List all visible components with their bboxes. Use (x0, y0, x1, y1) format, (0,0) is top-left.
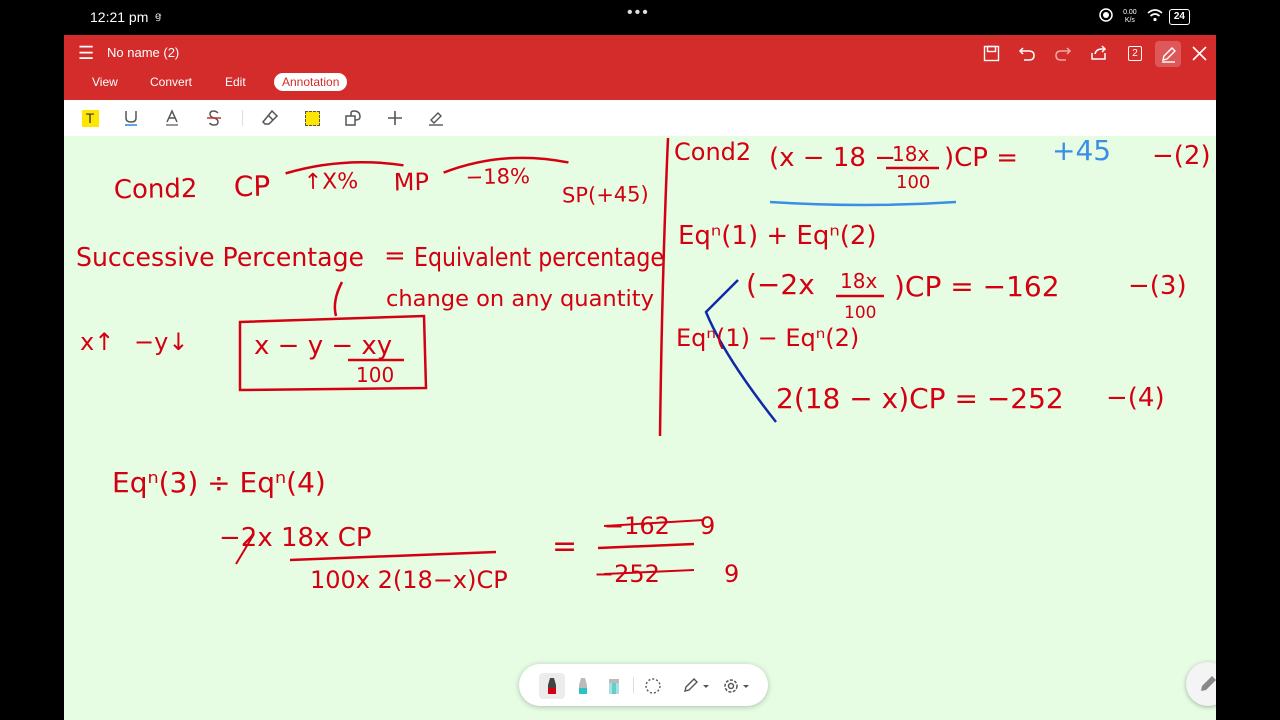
lasso-tool[interactable] (640, 673, 666, 699)
eqn3-div-eqn4: Eqⁿ(3) ÷ Eqⁿ(4) (112, 466, 326, 499)
successive-percentage-label: Successive Percentage (76, 243, 364, 273)
share-icon[interactable] (1087, 41, 1111, 65)
pen-toolbar (519, 664, 768, 706)
highlight-tool[interactable]: T (79, 107, 101, 129)
rhs-denominator: −252 (594, 560, 660, 588)
marker-tool[interactable] (570, 673, 596, 699)
mp-label: MP (394, 168, 430, 197)
eraser-tool[interactable] (259, 107, 281, 129)
annotation-toolbar: T (64, 100, 1216, 137)
eq2-frac-top: 18x (892, 142, 929, 166)
note-canvas[interactable]: Cond2 CP ↑X% MP −18% SP(+45) Successive … (64, 136, 1216, 720)
tab-convert[interactable]: Convert (142, 73, 200, 91)
eqn1-plus-eqn2: Eqⁿ(1) + Eqⁿ(2) (678, 221, 877, 251)
close-icon[interactable] (1187, 41, 1211, 65)
equals-sign-1: = (384, 241, 406, 271)
eq4: 2(18 − x)CP = −252 (776, 382, 1064, 415)
eq3-tag: −(3) (1128, 271, 1187, 301)
underline-tool[interactable] (120, 107, 142, 129)
area-highlight-icon (304, 110, 320, 126)
eq2-frac-bottom: 100 (896, 172, 930, 193)
divider-line (658, 137, 670, 437)
hamburger-menu-icon[interactable]: ☰ (78, 43, 98, 63)
eq3-open: (−2x (746, 268, 815, 301)
tab-view[interactable]: View (84, 73, 126, 91)
division-fraction-bar (289, 550, 497, 562)
tab-annotation[interactable]: Annotation (274, 73, 348, 91)
net-speed: 0.00 K/s (1123, 8, 1137, 24)
red-pen-tool[interactable] (539, 673, 565, 699)
wifi-icon (1147, 8, 1163, 25)
gear-icon[interactable] (719, 673, 753, 699)
record-icon (1099, 8, 1113, 25)
division-denominator: 100x 2(18−x)CP (310, 566, 508, 594)
x-increase-label: x↑ (80, 328, 114, 356)
multiwindow-dots-icon[interactable]: ••• (627, 4, 650, 22)
cp-label: CP (234, 170, 271, 204)
ink-stroke-1 (333, 281, 344, 317)
sp-label: SP(+45) (562, 182, 649, 208)
battery-indicator: 24 (1168, 8, 1190, 25)
formula-numerator: x − y − xy (254, 331, 392, 361)
title-bar: ☰ No name (2) 2 View Convert Edit Annota… (64, 35, 1216, 100)
status-time: 12:21 pm (90, 9, 149, 25)
eq2-rhs: +45 (1052, 136, 1111, 167)
highlighter-tool[interactable] (601, 673, 627, 699)
pen-toolbar-divider (633, 677, 634, 693)
equivalent-percentage-label: Equivalent percentage (414, 243, 664, 273)
increase-x-label: ↑X% (304, 169, 359, 195)
eq3-frac-bottom: 100 (844, 303, 876, 323)
ink-layer: Cond2 CP ↑X% MP −18% SP(+45) Successive … (76, 136, 1211, 594)
page-count-button[interactable]: 2 (1123, 41, 1147, 65)
eq2-close: )CP = (944, 143, 1018, 173)
add-tool[interactable] (384, 107, 406, 129)
notification-icon: ꞡ (155, 11, 162, 22)
cond2-label-right: Cond2 (674, 138, 751, 166)
eq3-close: )CP = −162 (894, 270, 1060, 303)
change-on-quantity-label: change on any quantity (386, 287, 654, 312)
document-title: No name (2) (107, 45, 180, 60)
toolbar-divider (242, 110, 243, 126)
eq2-underline (769, 200, 957, 207)
text-color-tool[interactable] (161, 107, 183, 129)
save-icon[interactable] (979, 41, 1003, 65)
rhs-denominator-reduced: 9 (724, 560, 739, 588)
tab-edit[interactable]: Edit (217, 73, 254, 91)
minus-18-label: −18% (465, 164, 530, 189)
eq4-tag: −(4) (1106, 383, 1165, 413)
division-equals: = (552, 529, 577, 564)
annotate-pen-icon[interactable] (1155, 41, 1181, 67)
eq2-tag: −(2) (1152, 141, 1211, 171)
formula-denominator: 100 (356, 363, 394, 387)
eq2-open: (x − 18 − (769, 143, 896, 173)
cond2-label-left: Cond2 (114, 174, 198, 205)
eq3-frac-top: 18x (840, 269, 877, 293)
status-icons: 0.00 K/s 24 (1099, 8, 1190, 25)
y-decrease-label: −y↓ (134, 328, 188, 356)
strikethrough-tool[interactable] (203, 107, 225, 129)
eqn1-minus-eqn2: Eqⁿ(1) − Eqⁿ(2) (676, 324, 859, 352)
status-bar: 12:21 pm ꞡ ••• 0.00 K/s 24 (0, 0, 1280, 35)
division-numerator: −2x 18x CP (219, 523, 372, 553)
redo-icon[interactable] (1051, 41, 1075, 65)
rhs-fraction-bar (597, 542, 695, 550)
area-select-tool[interactable] (301, 107, 323, 129)
shape-tool[interactable] (342, 107, 364, 129)
signature-tool[interactable] (425, 107, 447, 129)
page-count: 2 (1128, 45, 1142, 61)
undo-icon[interactable] (1015, 41, 1039, 65)
pdf-app-window: ☰ No name (2) 2 View Convert Edit Annota… (64, 35, 1216, 720)
rhs-numerator-reduced: 9 (700, 512, 715, 540)
highlight-text-icon: T (81, 109, 99, 127)
pen-settings-dropdown[interactable] (679, 673, 713, 699)
